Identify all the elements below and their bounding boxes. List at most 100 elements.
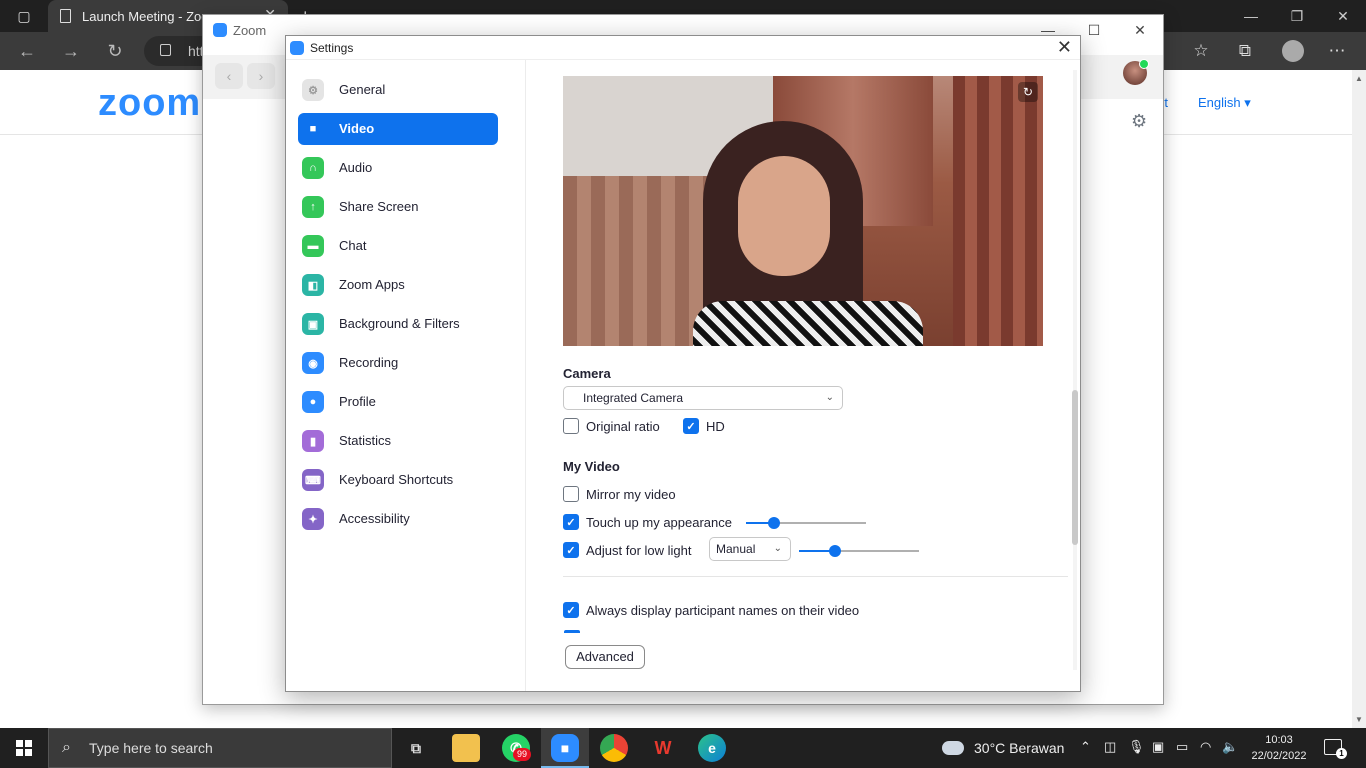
tray-app-icon[interactable]: ▣	[1152, 739, 1164, 755]
cloud-icon	[942, 741, 964, 755]
sidebar-item-keyboard-shortcuts[interactable]: ⌨ Keyboard Shortcuts	[298, 464, 498, 496]
low-light-mode-select[interactable]: Manual ⌄	[709, 537, 791, 561]
back-arrow-icon[interactable]: ←	[14, 39, 40, 63]
close-icon[interactable]: ✕	[1320, 0, 1366, 32]
low-light-checkbox[interactable]: ✓ Adjust for low light	[563, 542, 692, 558]
chat-bubble-icon: ▬	[302, 235, 324, 257]
sidebar-item-label: Keyboard Shortcuts	[339, 472, 454, 487]
sidebar-item-statistics[interactable]: ▮ Statistics	[298, 425, 498, 457]
checkbox-box[interactable]: ✓	[563, 602, 579, 618]
sidebar-item-background-filters[interactable]: ▣ Background & Filters	[298, 308, 498, 340]
hd-checkbox[interactable]: ✓ HD	[683, 418, 725, 434]
mirror-video-checkbox[interactable]: Mirror my video	[563, 486, 676, 502]
checkbox-label: Mirror my video	[586, 486, 676, 502]
wifi-icon[interactable]: ◠	[1200, 739, 1211, 755]
language-link[interactable]: English ▾	[1198, 95, 1251, 111]
tray-chevron-up-icon[interactable]: ⌃	[1080, 739, 1091, 755]
checkbox-box[interactable]	[563, 418, 579, 434]
scroll-down-icon[interactable]: ▼	[1355, 715, 1363, 724]
sidebar-item-video[interactable]: ■ Video	[298, 113, 498, 145]
checkbox-box[interactable]	[563, 486, 579, 502]
slider-knob[interactable]	[768, 517, 780, 529]
zoom-app-icon	[213, 23, 227, 37]
checkbox-box[interactable]: ✓	[563, 542, 579, 558]
sidebar-item-profile[interactable]: ● Profile	[298, 386, 498, 418]
zoom-close-icon[interactable]: ✕	[1117, 15, 1163, 45]
settings-titlebar: Settings ✕	[286, 36, 1080, 60]
microphone-icon[interactable]: 🎙	[1128, 739, 1145, 755]
advanced-button[interactable]: Advanced	[565, 645, 645, 669]
zoom-taskbar-icon[interactable]: ■	[551, 734, 579, 762]
original-ratio-checkbox[interactable]: Original ratio	[563, 418, 660, 434]
settings-close-icon[interactable]: ✕	[1057, 37, 1072, 58]
collections-icon[interactable]: ⧉	[1232, 39, 1258, 63]
sidebar-item-accessibility[interactable]: ✦ Accessibility	[298, 503, 498, 535]
minimize-icon[interactable]: —	[1228, 0, 1274, 32]
battery-icon[interactable]: ▭	[1176, 739, 1188, 755]
checkbox-label: Touch up my appearance	[586, 514, 732, 530]
headphones-icon: ∩	[302, 157, 324, 179]
video-camera-icon: ■	[309, 123, 317, 135]
taskbar-search[interactable]: ⌕ Type here to search	[48, 728, 392, 768]
partially-visible-checkbox[interactable]	[564, 630, 580, 633]
forward-arrow-icon[interactable]: →	[58, 39, 84, 63]
sidebar-item-zoom-apps[interactable]: ◧ Zoom Apps	[298, 269, 498, 301]
chrome-icon[interactable]	[600, 734, 628, 762]
chevron-down-icon: ⌄	[773, 543, 782, 554]
sidebar-item-label: Background & Filters	[339, 316, 460, 331]
scroll-up-icon[interactable]: ▲	[1355, 74, 1363, 83]
apps-icon: ◧	[302, 274, 324, 296]
search-icon: ⌕	[62, 739, 71, 756]
zoom-user-avatar[interactable]	[1123, 59, 1149, 85]
zoom-forward-icon[interactable]: ›	[247, 63, 275, 89]
sidebar-item-recording[interactable]: ◉ Recording	[298, 347, 498, 379]
more-menu-icon[interactable]: ⋯	[1324, 39, 1350, 63]
content-scrollbar[interactable]	[1072, 390, 1078, 545]
edge-icon[interactable]: e	[698, 734, 726, 762]
windows-logo-icon	[16, 740, 32, 756]
page-scrollbar[interactable]: ▲ ▼	[1352, 70, 1366, 728]
sidebar-item-general[interactable]: ⚙ General	[298, 74, 498, 106]
weather-widget[interactable]: 30°C Berawan	[942, 728, 1064, 768]
zoom-logo[interactable]: zoom	[98, 82, 201, 125]
background-icon: ▣	[302, 313, 324, 335]
checkbox-label: Original ratio	[586, 418, 660, 434]
wps-office-icon[interactable]: W	[649, 734, 677, 762]
camera-select-value: Integrated Camera	[583, 391, 684, 405]
sidebar-item-label: Recording	[339, 355, 399, 370]
rotate-camera-icon[interactable]: ↻	[1018, 82, 1038, 102]
sidebar-item-share-screen[interactable]: ↑ Share Screen	[298, 191, 498, 223]
tab-actions-icon[interactable]: ▢	[8, 6, 40, 26]
checkbox-box[interactable]: ✓	[563, 514, 579, 530]
sidebar-item-audio[interactable]: ∩ Audio	[298, 152, 498, 184]
my-video-heading: My Video	[563, 459, 620, 474]
tray-camera-icon[interactable]: ◫	[1104, 739, 1116, 755]
zoom-history-nav: ‹ ›	[215, 55, 281, 99]
zoom-settings-gear-icon[interactable]: ⚙	[1131, 111, 1147, 132]
touch-up-slider[interactable]	[746, 517, 866, 529]
task-view-icon[interactable]: ⧉	[402, 734, 430, 762]
display-names-checkbox[interactable]: ✓ Always display participant names on th…	[563, 602, 859, 618]
checkbox-box[interactable]: ✓	[683, 418, 699, 434]
volume-icon[interactable]: 🔈	[1222, 739, 1238, 755]
favorites-icon[interactable]: ☆	[1188, 39, 1214, 63]
notification-count: 1	[1336, 748, 1347, 759]
restore-icon[interactable]: ❐	[1274, 0, 1320, 32]
file-explorer-icon[interactable]	[452, 734, 480, 762]
browser-profile-avatar[interactable]	[1282, 40, 1304, 62]
settings-sidebar: ⚙ General ■ Video ∩ Audio ↑ Share Screen…	[286, 60, 526, 691]
share-screen-icon: ↑	[302, 196, 324, 218]
sidebar-item-label: General	[339, 82, 386, 97]
touch-up-checkbox[interactable]: ✓ Touch up my appearance	[563, 514, 732, 530]
notification-icon[interactable]: 1	[1324, 739, 1347, 759]
sidebar-item-chat[interactable]: ▬ Chat	[298, 230, 498, 262]
taskbar-clock[interactable]: 10:03 22/02/2022	[1248, 732, 1310, 764]
low-light-slider[interactable]	[799, 545, 919, 557]
slider-knob[interactable]	[829, 545, 841, 557]
chevron-down-icon: ⌄	[825, 392, 834, 403]
profile-icon: ●	[302, 391, 324, 413]
refresh-icon[interactable]: ↻	[102, 39, 128, 63]
start-button[interactable]	[0, 728, 48, 768]
zoom-back-icon[interactable]: ‹	[215, 63, 243, 89]
camera-select[interactable]: Integrated Camera ⌄	[563, 386, 843, 410]
